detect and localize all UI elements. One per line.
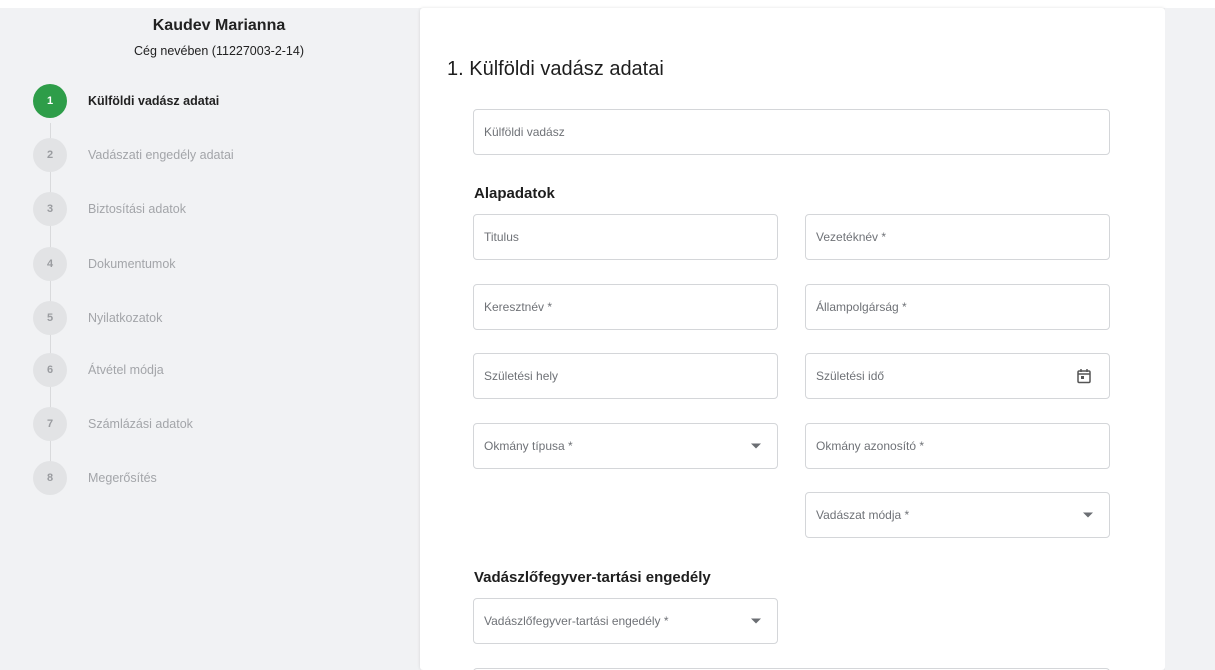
step-5[interactable]: 5 Nyilatkozatok [33,301,393,335]
step-label: Nyilatkozatok [88,311,163,325]
weapon-license-placeholder: Vadászlőfegyver-tartási engedély * [484,614,669,628]
citizenship-input[interactable]: Állampolgárság * [805,284,1110,330]
step-number: 4 [33,247,67,281]
step-number: 8 [33,461,67,495]
citizenship-placeholder: Állampolgárság * [816,300,907,314]
step-number: 7 [33,407,67,441]
last-name-input[interactable]: Vezetéknév * [805,214,1110,260]
calendar-icon[interactable] [1077,369,1091,384]
top-bar [0,0,1215,8]
step-8[interactable]: 8 Megerősítés [33,461,393,495]
first-name-placeholder: Keresztnév * [484,300,553,314]
doc-id-placeholder: Okmány azonosító * [816,439,925,453]
titulus-input[interactable]: Titulus [473,214,778,260]
form-panel: 1. Külföldi vadász adatai Külföldi vadás… [420,8,1165,670]
right-gutter [1165,8,1215,670]
step-4[interactable]: 4 Dokumentumok [33,247,393,281]
step-label: Külföldi vadász adatai [88,94,220,108]
doc-type-placeholder: Okmány típusa * [484,439,573,453]
step-label: Biztosítási adatok [88,202,186,216]
chevron-down-icon [751,443,761,449]
user-company: Cég nevében (11227003-2-14) [133,44,305,58]
foreign-hunter-input[interactable]: Külföldi vadász [473,109,1110,155]
user-name: Kaudev Marianna [152,17,286,34]
step-7[interactable]: 7 Számlázási adatok [33,407,393,441]
step-label: Számlázási adatok [88,417,193,431]
hunting-mode-select[interactable]: Vadászat módja * [805,492,1110,538]
page-title: 1. Külföldi vadász adatai [447,58,664,80]
step-number: 2 [33,138,67,172]
birth-place-input[interactable]: Születési hely [473,353,778,399]
weapon-license-heading: Vadászlőfegyver-tartási engedély [474,569,711,586]
titulus-placeholder: Titulus [484,230,519,244]
birth-date-placeholder: Születési idő [816,369,885,383]
step-3[interactable]: 3 Biztosítási adatok [33,192,393,226]
step-number: 6 [33,353,67,387]
step-number: 1 [33,84,67,118]
foreign-hunter-placeholder: Külföldi vadász [484,125,565,139]
step-label: Dokumentumok [88,257,176,271]
step-2[interactable]: 2 Vadászati engedély adatai [33,138,393,172]
chevron-down-icon [751,618,761,624]
birth-place-placeholder: Születési hely [484,369,559,383]
birth-date-input[interactable]: Születési idő [805,353,1110,399]
first-name-input[interactable]: Keresztnév * [473,284,778,330]
basic-data-heading: Alapadatok [474,185,555,202]
step-6[interactable]: 6 Átvétel módja [33,353,393,387]
step-number: 5 [33,301,67,335]
weapon-license-select[interactable]: Vadászlőfegyver-tartási engedély * [473,598,778,644]
last-name-placeholder: Vezetéknév * [816,230,887,244]
step-label: Megerősítés [88,471,157,485]
stepper-sidebar: Kaudev Marianna Cég nevében (11227003-2-… [20,8,418,670]
step-label: Vadászati engedély adatai [88,148,234,162]
doc-id-input[interactable]: Okmány azonosító * [805,423,1110,469]
chevron-down-icon [1083,512,1093,518]
step-number: 3 [33,192,67,226]
step-label: Átvétel módja [88,363,164,377]
doc-type-select[interactable]: Okmány típusa * [473,423,778,469]
step-1[interactable]: 1 Külföldi vadász adatai [33,84,393,118]
hunting-mode-placeholder: Vadászat módja * [816,508,910,522]
